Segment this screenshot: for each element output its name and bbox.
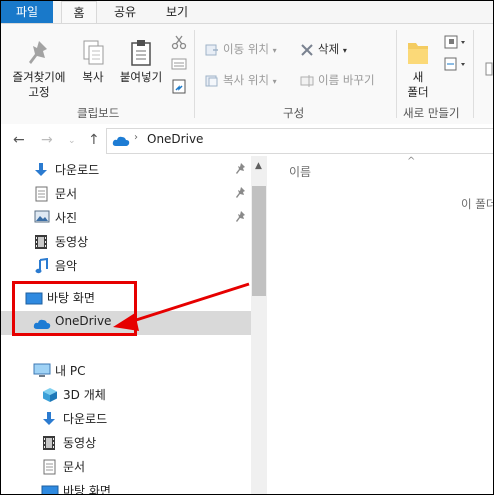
annotation-arrow (113, 282, 250, 331)
file-explorer-window: 파일 홈 공유 보기 즐겨찾기에 고정 복사 붙여넣기 클립보드 이동 위치 ▾… (0, 0, 494, 495)
